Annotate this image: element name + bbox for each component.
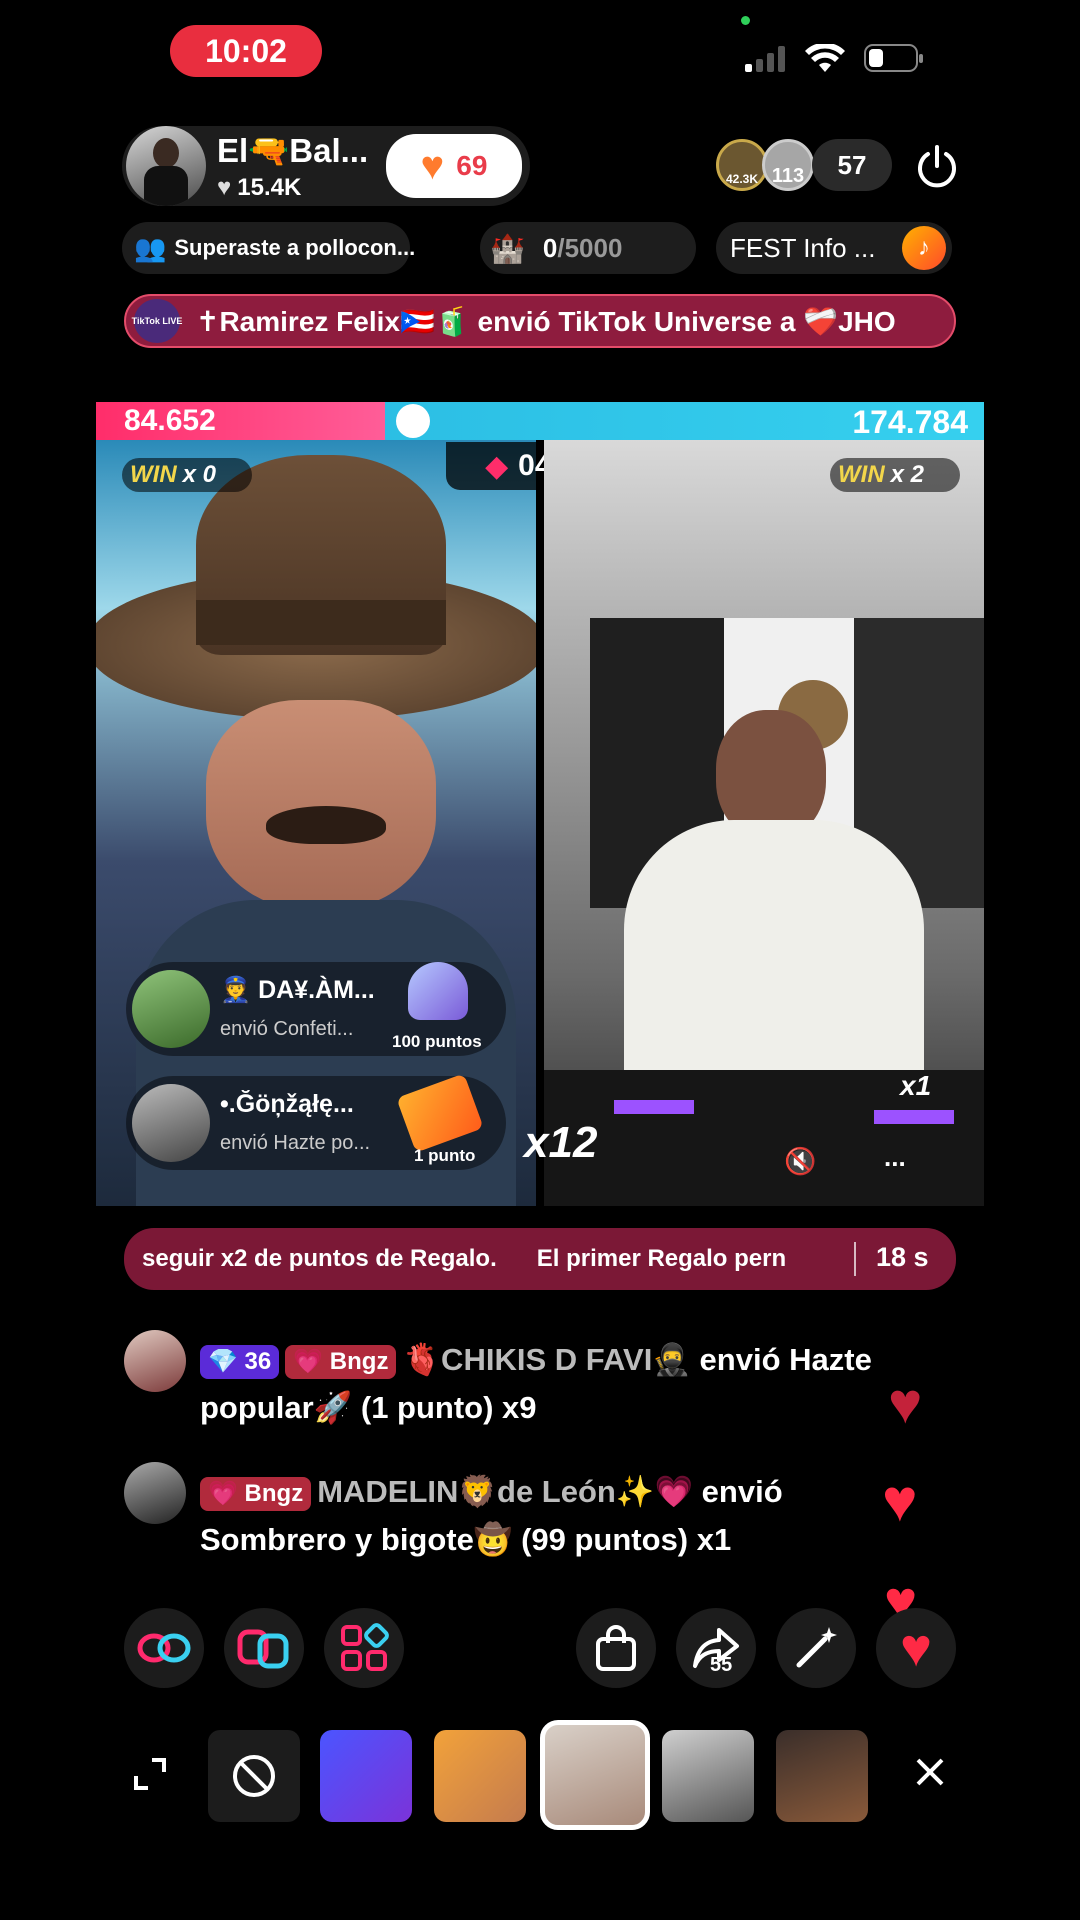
gift-action: envió Hazte po...	[220, 1132, 371, 1154]
heart-icon: ♥	[420, 143, 445, 188]
chat-username[interactable]: 🫀CHIKIS D FAVI🥷	[402, 1342, 690, 1377]
chat-text: Sombrero y bigote🤠 (99 puntos) x1	[200, 1522, 732, 1557]
expand-icon[interactable]	[132, 1756, 168, 1792]
face	[206, 700, 436, 910]
diamond-icon: ♥	[217, 174, 232, 201]
share-count: 55	[710, 1654, 733, 1676]
fest-info-chip[interactable]: FEST Info ... ♪	[716, 222, 952, 274]
gift-user-avatar	[132, 970, 210, 1048]
right-gift-multiplier: x1	[900, 1070, 932, 1101]
effect-option-sunglasses[interactable]	[662, 1730, 754, 1822]
chat-message: 💎 36 💗 Bngz 🫀CHIKIS D FAVI🥷 envió Hazte po…	[200, 1336, 960, 1432]
gift-action: envió Confeti...	[220, 1018, 354, 1040]
level-badge: 💎 36	[200, 1344, 280, 1379]
bag-icon	[596, 1625, 636, 1671]
signal-icon	[745, 44, 789, 72]
rank-text: Superaste a pollocon...	[174, 235, 416, 260]
no-effect-option[interactable]	[208, 1730, 300, 1822]
right-score: 174.784	[852, 404, 968, 440]
effect-option-cartoon-face[interactable]	[434, 1730, 526, 1822]
gift-points: 100 puntos	[392, 1032, 482, 1051]
close-icon[interactable]	[912, 1754, 948, 1790]
chat-message: 💗 Bngz MADELIN🦁de León✨💗 envió Sombrero y…	[200, 1468, 960, 1564]
ticker-text: seguir x2 de puntos de Regalo. El primer…	[142, 1245, 787, 1272]
host-likes: 15.4K	[237, 174, 302, 201]
gift-multiplier: x12	[524, 1118, 598, 1167]
floating-heart-icon: ♥	[888, 1371, 923, 1436]
host-avatar[interactable]	[126, 126, 206, 206]
grid-icon	[341, 1623, 389, 1671]
chat-text: envió	[693, 1474, 783, 1509]
chat-text: popular🚀 (1 punto) x9	[200, 1390, 537, 1425]
camera-indicator	[741, 16, 750, 25]
gift-points: 1 punto	[414, 1146, 476, 1165]
top-viewer-1[interactable]: 42.3K	[716, 139, 768, 191]
gift-user-avatar	[132, 1084, 210, 1162]
gift-user-name: •.Ğöņžąłę...	[220, 1090, 354, 1118]
time-label: 10:02	[205, 32, 287, 69]
top-viewer-2[interactable]: 113	[762, 139, 814, 191]
left-win-badge: WIN x 0	[122, 458, 252, 492]
battle-score-bar: 84.652 174.784	[96, 402, 984, 440]
mute-icon[interactable]: 🔇	[784, 1146, 816, 1177]
gift-popup: •.Ğöņžąłę... envió Hazte po... 1 punto	[126, 1073, 506, 1170]
right-win-badge: WIN x 2	[830, 458, 960, 492]
popular-icon	[396, 1073, 484, 1153]
battery-icon	[864, 44, 923, 72]
chat-username[interactable]: MADELIN🦁de León✨💗	[317, 1474, 693, 1509]
chat-avatar[interactable]	[124, 1462, 186, 1524]
floating-heart-icon: ♥	[882, 1467, 918, 1534]
like-count: 69	[456, 150, 488, 181]
status-time: 10:02	[170, 25, 322, 77]
goal-chip[interactable]: 🏰 0/5000	[480, 222, 696, 274]
chat-avatar[interactable]	[124, 1330, 186, 1392]
effect-option-selected[interactable]	[540, 1720, 650, 1830]
ticker-timer: 18 s	[876, 1242, 929, 1272]
fan-badge: 💗 Bngz	[200, 1476, 312, 1511]
gloves-icon	[237, 1629, 289, 1669]
like-tap-button[interactable]: ♥	[876, 1608, 956, 1688]
battle-icon: ◆	[485, 449, 509, 483]
host-name: El🔫Bal...	[217, 132, 369, 169]
users-icon: 👥	[134, 232, 167, 263]
tiktok-live-logo: TikTok LIVE	[132, 299, 182, 343]
none-icon	[233, 1755, 275, 1797]
wand-icon	[796, 1627, 837, 1668]
effect-option-lanterns[interactable]	[320, 1730, 412, 1822]
right-video[interactable]: WIN x 2 x1 🔇 ...	[544, 440, 984, 1206]
chat-text: envió Hazte	[690, 1342, 872, 1377]
fest-icon: ♪	[902, 226, 946, 270]
power-button[interactable]	[912, 141, 962, 191]
event-ticker[interactable]: seguir x2 de puntos de Regalo. El primer…	[124, 1228, 956, 1290]
wifi-icon	[805, 44, 845, 72]
viewer-count[interactable]: 57	[812, 139, 892, 191]
confetti-icon	[408, 962, 468, 1020]
battle-button[interactable]	[224, 1608, 304, 1688]
gift-banner-text: ✝Ramirez Felix🇵🇷🧃 envió TikTok Universe …	[196, 305, 896, 337]
castle-icon: 🏰	[490, 232, 525, 264]
shop-button[interactable]	[576, 1608, 656, 1688]
link-icon	[137, 1633, 191, 1663]
left-score: 84.652	[124, 404, 216, 437]
gift-user-name: 👮 DA¥.ÀM...	[220, 976, 375, 1004]
rank-chip[interactable]: 👥 Superaste a pollocon...	[122, 222, 415, 274]
fest-label: FEST Info ...	[730, 232, 876, 263]
mustache	[266, 806, 386, 844]
more-features-button[interactable]	[324, 1608, 404, 1688]
gift-popup: 👮 DA¥.ÀM... envió Confeti... 100 puntos	[126, 962, 506, 1056]
effects-button[interactable]	[776, 1608, 856, 1688]
multi-guest-button[interactable]	[124, 1608, 204, 1688]
like-button[interactable]: ♥ 69	[386, 134, 522, 198]
fan-badge: 💗 Bngz	[285, 1344, 397, 1379]
right-small-text: ...	[884, 1142, 906, 1172]
power-icon	[918, 145, 956, 188]
heart-icon: ♥	[899, 1618, 933, 1678]
share-button[interactable]: 55	[676, 1608, 756, 1688]
comet-icon	[396, 404, 430, 438]
effect-option-gingerbread[interactable]	[776, 1730, 868, 1822]
gift-banner[interactable]: TikTok LIVE ✝Ramirez Felix🇵🇷🧃 envió TikT…	[124, 294, 956, 348]
